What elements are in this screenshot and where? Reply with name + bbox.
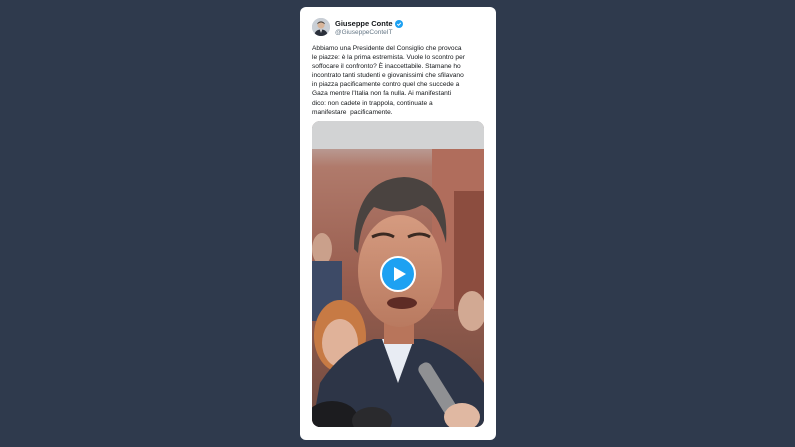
verified-badge-icon — [394, 20, 403, 29]
tweet-card: Giuseppe Conte @GiuseppeConteIT Abbiamo … — [300, 7, 496, 440]
tweet-header: Giuseppe Conte @GiuseppeConteIT — [312, 18, 484, 44]
author-name[interactable]: Giuseppe Conte — [335, 19, 393, 28]
tweet-text: Abbiamo una Presidente del Consiglio che… — [312, 45, 465, 116]
play-icon — [394, 267, 406, 281]
author-handle[interactable]: @GiuseppeConteIT — [335, 29, 393, 36]
author-name-row[interactable]: Giuseppe Conte — [335, 19, 403, 29]
avatar[interactable] — [312, 18, 330, 36]
tweet-video[interactable] — [312, 121, 484, 427]
play-button[interactable] — [380, 256, 416, 292]
